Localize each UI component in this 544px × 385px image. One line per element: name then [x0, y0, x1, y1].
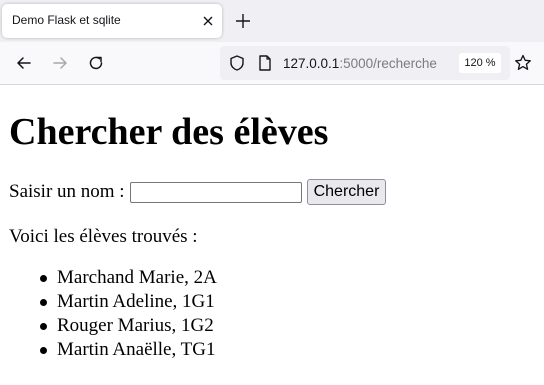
student-name: Martin Adeline, 1G1 — [57, 291, 215, 312]
reload-icon[interactable] — [86, 53, 106, 73]
zoom-level[interactable]: 120 % — [459, 53, 501, 73]
search-label: Saisir un nom : — [9, 181, 125, 202]
student-name: Martin Anaëlle, TG1 — [57, 339, 216, 360]
close-icon[interactable] — [199, 12, 217, 30]
bullet — [40, 275, 47, 282]
list-item: Rouger Marius, 1G2 — [40, 314, 217, 338]
shield-icon[interactable] — [228, 54, 246, 72]
bullet — [40, 323, 47, 330]
bullet — [40, 347, 47, 354]
results-intro: Voici les élèves trouvés : — [9, 226, 198, 247]
student-name: Rouger Marius, 1G2 — [57, 315, 214, 336]
browser-tab[interactable]: Demo Flask et sqlite — [2, 4, 222, 38]
url-host: 127.0.0.1 — [283, 56, 340, 71]
url-path: :5000/recherche — [339, 56, 437, 71]
search-input[interactable] — [129, 181, 302, 203]
student-name: Marchand Marie, 2A — [57, 267, 217, 288]
page-title: Chercher des élèves — [9, 111, 329, 153]
student-list: Marchand Marie, 2A Martin Adeline, 1G1 R… — [9, 266, 217, 362]
bullet — [40, 299, 47, 306]
star-icon[interactable] — [513, 53, 533, 73]
plus-icon[interactable] — [234, 12, 252, 30]
list-item: Martin Anaëlle, TG1 — [40, 338, 217, 362]
page-icon[interactable] — [256, 54, 274, 72]
list-item: Marchand Marie, 2A — [40, 266, 217, 290]
url-text: 127.0.0.1:5000/recherche — [283, 56, 437, 71]
search-form: Saisir un nom : Chercher — [9, 179, 387, 205]
back-arrow-icon[interactable] — [14, 53, 34, 73]
nav-bar: 127.0.0.1:5000/recherche 120 % — [0, 42, 544, 85]
address-bar[interactable]: 127.0.0.1:5000/recherche 120 % — [220, 46, 510, 80]
forward-arrow-icon[interactable] — [50, 53, 70, 73]
tab-title: Demo Flask et sqlite — [12, 13, 121, 27]
tab-bar: Demo Flask et sqlite — [0, 0, 544, 42]
list-item: Martin Adeline, 1G1 — [40, 290, 217, 314]
search-button[interactable]: Chercher — [306, 179, 387, 205]
